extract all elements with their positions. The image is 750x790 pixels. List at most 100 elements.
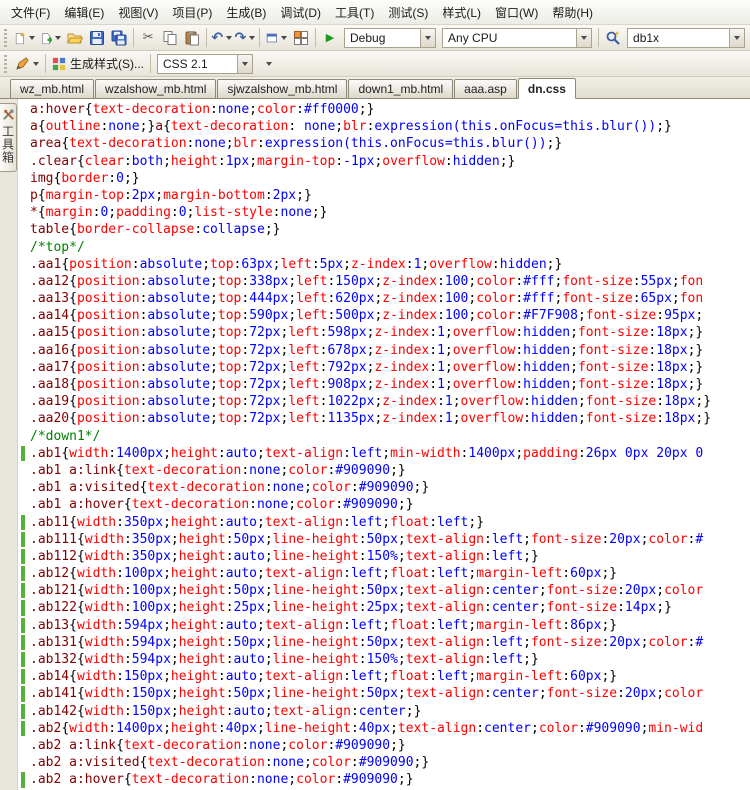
code-line-1[interactable]: a:hover{text-decoration:none;color:#ff00… [18, 101, 750, 118]
code-line-6[interactable]: p{margin-top:2px;margin-bottom:2px;} [18, 187, 750, 204]
tab-sjwzalshow-mb-html[interactable]: sjwzalshow_mb.html [217, 79, 347, 98]
save-button[interactable] [86, 27, 108, 49]
code-line-40[interactable]: .ab2 a:hover{text-decoration:none;color:… [18, 771, 750, 788]
redo-button[interactable]: ↷ [233, 27, 256, 49]
code-line-37[interactable]: .ab2{width:1400px;height:40px;line-heigh… [18, 720, 750, 737]
css-schema-combo[interactable]: CSS 2.1 [157, 54, 253, 74]
copy-button[interactable] [159, 27, 181, 49]
open-file-button[interactable] [64, 27, 86, 49]
start-debugging-button[interactable]: ▶ [319, 27, 341, 49]
code-line-text: .ab111{width:350px;height:50px;line-heig… [30, 531, 703, 548]
code-line-22[interactable]: .ab1 a:link{text-decoration:none;color:#… [18, 462, 750, 479]
toolbar-grip[interactable] [4, 29, 7, 47]
menu-item-1[interactable]: 编辑(E) [57, 0, 111, 25]
code-line-36[interactable]: .ab142{width:150px;height:auto;text-alig… [18, 703, 750, 720]
code-line-20[interactable]: /*down1*/ [18, 428, 750, 445]
add-item-button[interactable] [38, 27, 65, 49]
menu-item-7[interactable]: 测试(S) [381, 0, 435, 25]
code-line-25[interactable]: .ab11{width:350px;height:auto;text-align… [18, 514, 750, 531]
code-line-14[interactable]: .aa15{position:absolute;top:72px;left:59… [18, 324, 750, 341]
code-line-38[interactable]: .ab2 a:link{text-decoration:none;color:#… [18, 737, 750, 754]
toolbar-options-button[interactable] [256, 53, 278, 75]
undo-button[interactable]: ↶ [210, 27, 233, 49]
code-line-15[interactable]: .aa16{position:absolute;top:72px;left:67… [18, 342, 750, 359]
menu-item-2[interactable]: 视图(V) [111, 0, 165, 25]
view-in-browser-button[interactable] [263, 27, 290, 49]
new-style-button[interactable] [11, 53, 42, 75]
menu-item-8[interactable]: 样式(L) [435, 0, 488, 25]
code-line-text: .aa14{position:absolute;top:590px;left:5… [30, 307, 703, 324]
tab-wz-mb-html[interactable]: wz_mb.html [10, 79, 94, 98]
code-line-29[interactable]: .ab121{width:100px;height:50px;line-heig… [18, 582, 750, 599]
chevron-down-icon[interactable] [729, 29, 744, 47]
code-line-19[interactable]: .aa20{position:absolute;top:72px;left:11… [18, 410, 750, 427]
menu-item-5[interactable]: 调试(D) [273, 0, 328, 25]
code-line-4[interactable]: .clear{clear:both;height:1px;margin-top:… [18, 153, 750, 170]
change-tracking-bar [18, 634, 30, 651]
code-line-2[interactable]: a{outline:none;}a{text-decoration: none;… [18, 118, 750, 135]
code-line-21[interactable]: .ab1{width:1400px;height:auto;text-align… [18, 445, 750, 462]
code-line-7[interactable]: *{margin:0;padding:0;list-style:none;} [18, 204, 750, 221]
tab-aaa-asp[interactable]: aaa.asp [454, 79, 517, 98]
code-line-10[interactable]: .aa1{position:absolute;top:63px;left:5px… [18, 256, 750, 273]
tab-down1-mb-html[interactable]: down1_mb.html [348, 79, 453, 98]
chevron-down-icon[interactable] [576, 29, 591, 47]
gutter-margin [18, 187, 30, 204]
paste-button[interactable] [181, 27, 203, 49]
chevron-down-icon [226, 36, 232, 40]
chevron-down-icon[interactable] [420, 29, 435, 47]
code-line-16[interactable]: .aa17{position:absolute;top:72px;left:79… [18, 359, 750, 376]
code-line-3[interactable]: area{text-decoration:none;blr:expression… [18, 135, 750, 152]
code-line-33[interactable]: .ab132{width:594px;height:auto;line-heig… [18, 651, 750, 668]
gutter-margin [18, 290, 30, 307]
paste-icon [184, 30, 200, 46]
code-line-8[interactable]: table{border-collapse:collapse;} [18, 221, 750, 238]
code-line-30[interactable]: .ab122{width:100px;height:25px;line-heig… [18, 599, 750, 616]
code-line-18[interactable]: .aa19{position:absolute;top:72px;left:10… [18, 393, 750, 410]
menu-item-0[interactable]: 文件(F) [4, 0, 57, 25]
code-area[interactable]: a:hover{text-decoration:none;color:#ff00… [18, 101, 750, 789]
other-windows-button[interactable] [290, 27, 312, 49]
toolbar-grip[interactable] [4, 55, 7, 73]
code-line-24[interactable]: .ab1 a:hover{text-decoration:none;color:… [18, 496, 750, 513]
code-line-31[interactable]: .ab13{width:594px;height:auto;text-align… [18, 617, 750, 634]
code-line-28[interactable]: .ab12{width:100px;height:auto;text-align… [18, 565, 750, 582]
new-item-button[interactable] [11, 27, 38, 49]
chevron-down-icon[interactable] [237, 55, 252, 73]
code-line-text: .aa16{position:absolute;top:72px;left:67… [30, 342, 703, 359]
code-line-11[interactable]: .aa12{position:absolute;top:338px;left:1… [18, 273, 750, 290]
save-all-button[interactable] [108, 27, 130, 49]
code-line-text: area{text-decoration:none;blr:expression… [30, 135, 562, 152]
code-line-12[interactable]: .aa13{position:absolute;top:444px;left:6… [18, 290, 750, 307]
menu-item-3[interactable]: 项目(P) [165, 0, 219, 25]
menu-item-10[interactable]: 帮助(H) [545, 0, 600, 25]
solution-config-combo[interactable]: Debug [344, 28, 436, 48]
new-document-icon [14, 30, 26, 46]
code-editor[interactable]: a:hover{text-decoration:none;color:#ff00… [18, 99, 750, 790]
code-line-35[interactable]: .ab141{width:150px;height:50px;line-heig… [18, 685, 750, 702]
tab-dn-css[interactable]: dn.css [518, 78, 576, 99]
menu-item-6[interactable]: 工具(T) [328, 0, 381, 25]
find-button[interactable] [602, 27, 624, 49]
build-style-button[interactable]: 生成样式(S)... [49, 53, 147, 75]
code-line-32[interactable]: .ab131{width:594px;height:50px;line-heig… [18, 634, 750, 651]
change-tracking-bar [18, 514, 30, 531]
code-line-27[interactable]: .ab112{width:350px;height:auto;line-heig… [18, 548, 750, 565]
code-line-9[interactable]: /*top*/ [18, 239, 750, 256]
code-line-39[interactable]: .ab2 a:visited{text-decoration:none;colo… [18, 754, 750, 771]
code-line-13[interactable]: .aa14{position:absolute;top:590px;left:5… [18, 307, 750, 324]
code-line-34[interactable]: .ab14{width:150px;height:auto;text-align… [18, 668, 750, 685]
code-line-5[interactable]: img{border:0;} [18, 170, 750, 187]
find-combo[interactable]: db1x [627, 28, 745, 48]
code-line-text: .ab131{width:594px;height:50px;line-heig… [30, 634, 703, 651]
cut-button[interactable]: ✂ [137, 27, 159, 49]
code-line-26[interactable]: .ab111{width:350px;height:50px;line-heig… [18, 531, 750, 548]
menu-item-4[interactable]: 生成(B) [219, 0, 273, 25]
solution-platform-combo[interactable]: Any CPU [442, 28, 592, 48]
chevron-down-icon [29, 36, 35, 40]
menu-item-9[interactable]: 窗口(W) [488, 0, 545, 25]
toolbox-collapsed-tab[interactable]: 工具箱 [0, 103, 17, 172]
tab-wzalshow-mb-html[interactable]: wzalshow_mb.html [95, 79, 216, 98]
code-line-23[interactable]: .ab1 a:visited{text-decoration:none;colo… [18, 479, 750, 496]
code-line-17[interactable]: .aa18{position:absolute;top:72px;left:90… [18, 376, 750, 393]
